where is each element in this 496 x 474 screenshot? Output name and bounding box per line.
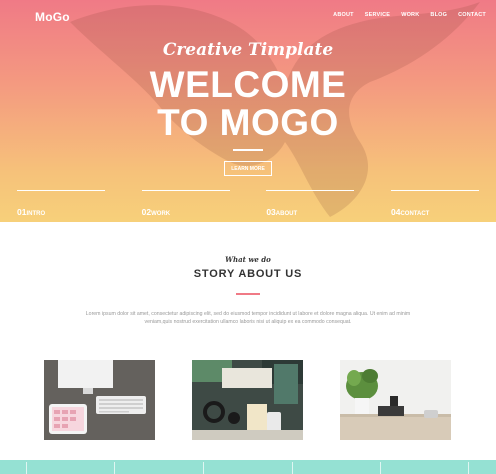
nav-item-service[interactable]: SERVICE [365,12,390,18]
tab-label: CONTACT [400,211,430,217]
tab-label: INTRO [26,211,46,217]
footer-color-strip [0,460,496,474]
photo-headphones-desk[interactable] [192,360,303,440]
site-logo[interactable]: MoGo [35,10,70,24]
nav-item-about[interactable]: ABOUT [333,12,354,18]
about-title: STORY ABOUT US [193,268,303,280]
hero-kicker: Creative Timplate [162,40,334,60]
tab-about[interactable]: 03ABOUT [266,190,355,220]
main-nav: ABOUT SERVICE WORK BLOG CONTACT [333,12,486,18]
about-text: Lorem ipsum dolor sit amet, consectetur … [70,310,426,326]
tab-contact[interactable]: 04CONTACT [390,190,479,220]
hero-title-line2: TO MOGO [157,102,339,143]
hero-tabs: 01INTRO 02WORK 03ABOUT 04CONTACT [17,190,479,220]
tab-intro[interactable]: 01INTRO [17,190,105,220]
nav-item-contact[interactable]: CONTACT [458,12,486,18]
strip-divider [114,462,115,474]
photo-plant-desk[interactable] [340,360,451,440]
tab-number: 02 [141,207,152,217]
strip-divider [203,462,204,474]
strip-divider [380,462,381,474]
tab-number: 03 [266,207,276,217]
about-text-line1: Lorem ipsum dolor sit amet, consectetur … [85,311,411,317]
hero-title: WELCOME TO MOGO [0,66,496,142]
hero-title-line1: WELCOME [149,64,347,105]
strip-divider [292,462,293,474]
hero-section: MoGo ABOUT SERVICE WORK BLOG CONTACT Cre… [0,0,496,222]
tab-label: WORK [151,211,171,217]
about-kicker: What we do [225,255,271,264]
strip-divider [468,462,469,474]
learn-more-button[interactable]: LEARN MORE [224,161,272,176]
photo-desk-keyboard[interactable] [44,360,155,440]
hero-divider [233,149,263,151]
nav-item-blog[interactable]: BLOG [430,12,447,18]
about-divider [236,293,260,295]
tab-label: ABOUT [275,211,298,217]
about-text-line2: veniam,quis nostrud exercitation ullamco… [144,319,352,325]
nav-item-work[interactable]: WORK [401,12,419,18]
tab-work[interactable]: 02WORK [141,190,230,220]
strip-divider [26,462,27,474]
